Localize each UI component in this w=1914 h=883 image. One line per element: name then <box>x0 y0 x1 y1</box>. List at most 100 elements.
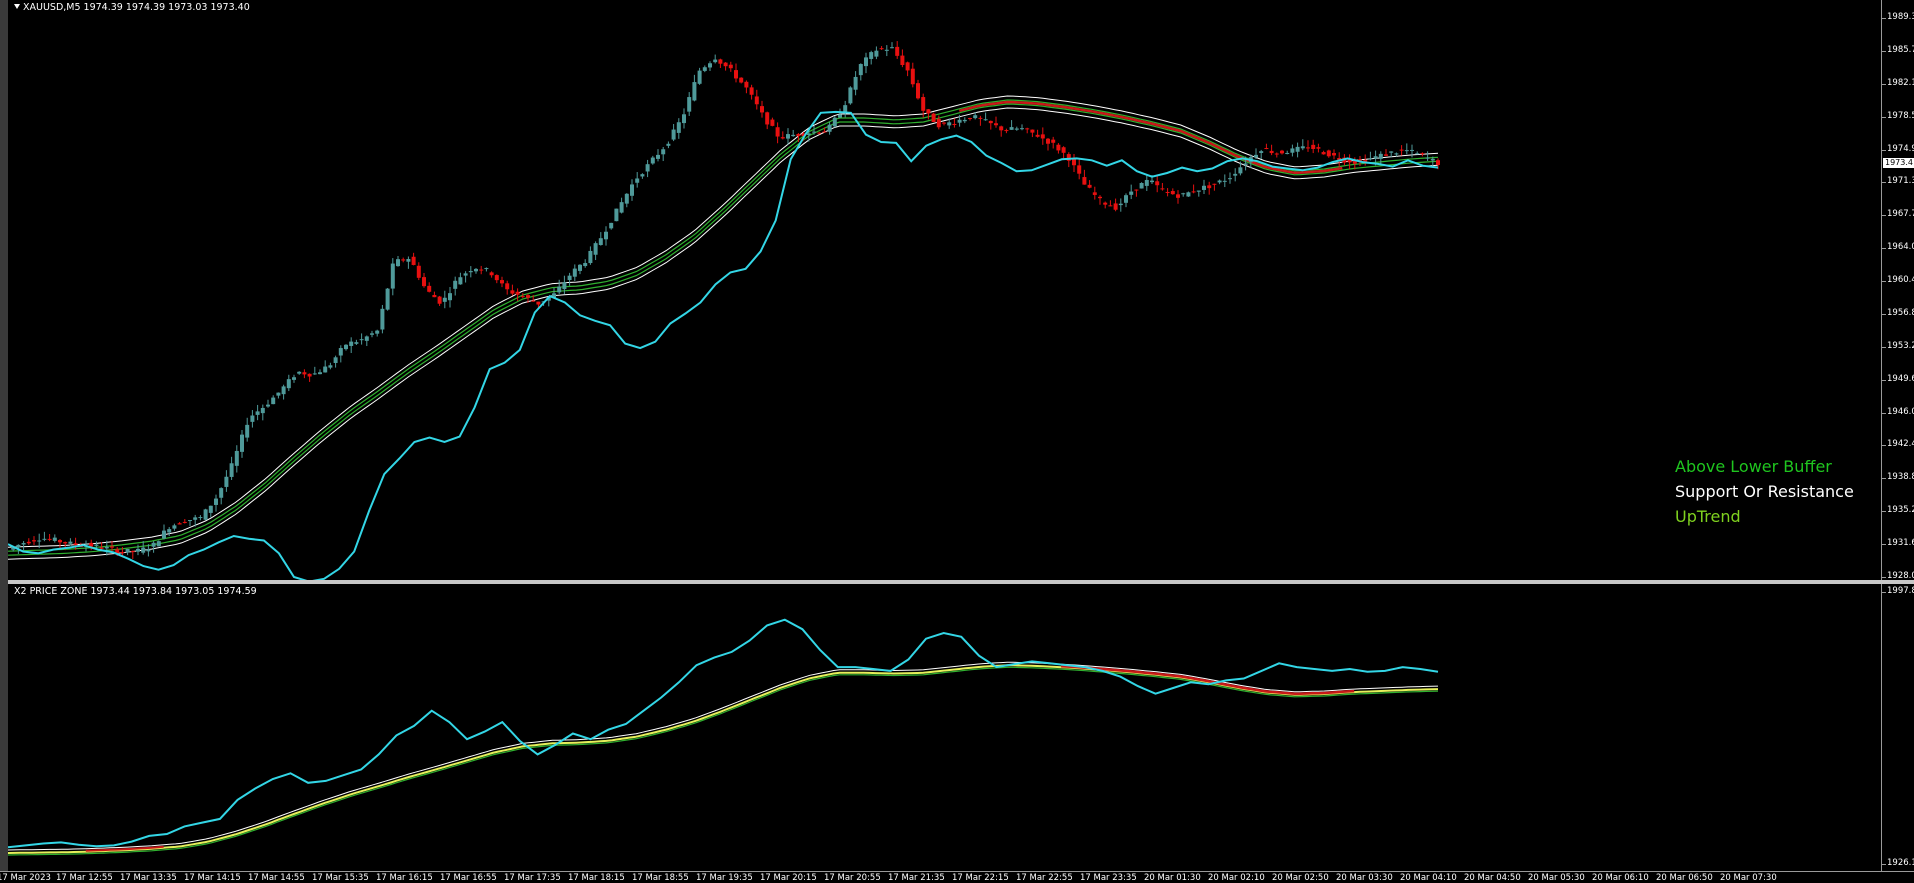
candle-body <box>1046 138 1050 144</box>
time-label: 20 Mar 07:30 <box>1720 873 1777 883</box>
candle-body <box>728 64 733 69</box>
candle-body <box>656 154 660 159</box>
candle-body <box>1165 191 1170 193</box>
candle-body <box>988 120 993 124</box>
price-tick <box>1882 116 1886 118</box>
candle-body <box>1425 157 1430 159</box>
candle-body <box>1243 163 1248 165</box>
candle-body <box>94 544 99 546</box>
candle-body <box>1332 153 1336 156</box>
candle-body <box>1238 167 1243 174</box>
candle-body <box>1014 128 1019 130</box>
candle-body <box>869 52 874 59</box>
candle-body <box>214 498 218 505</box>
candle-body <box>416 265 421 278</box>
candle-body <box>1150 180 1154 183</box>
time-label: 17 Mar 21:35 <box>888 873 945 883</box>
candle-body <box>718 59 723 64</box>
price-label: 1953.2 <box>1887 340 1914 351</box>
candle-body <box>26 541 31 544</box>
candle-body <box>838 114 842 118</box>
candle-body <box>442 297 447 302</box>
candle-body <box>682 114 686 124</box>
candle-body <box>411 256 416 265</box>
candle-body <box>588 250 593 264</box>
candle-body <box>936 118 941 128</box>
candle-body <box>916 83 920 99</box>
subwindow-price-scale[interactable]: 1997.8 1926.1 <box>1881 584 1914 871</box>
cyan-band-line <box>8 110 1439 580</box>
time-label: 17 Mar 20:15 <box>760 873 817 883</box>
price-label: 1931.6 <box>1887 538 1914 549</box>
candle-body <box>323 366 328 373</box>
candle-body <box>864 57 868 67</box>
legend-line-3: UpTrend <box>1675 507 1741 526</box>
candle-body <box>874 50 879 57</box>
candle-body <box>1222 180 1227 182</box>
ema-mid-lower-line <box>8 103 1439 556</box>
candle-body <box>1077 165 1082 174</box>
legend-line-1: Above Lower Buffer <box>1675 457 1832 476</box>
candle-body <box>1295 146 1300 152</box>
time-label: 20 Mar 02:50 <box>1272 873 1329 883</box>
candle-body <box>494 275 499 281</box>
indicator-subwindow[interactable] <box>8 584 1881 871</box>
chart-header: XAUUSD,M5 1974.39 1974.39 1973.03 1973.4… <box>14 2 250 13</box>
candle-body <box>952 123 957 125</box>
time-label: 17 Mar 22:15 <box>952 873 1009 883</box>
candle-body <box>307 373 312 377</box>
candle-body <box>1103 202 1108 205</box>
candle-body <box>598 238 603 245</box>
collapse-triangle-icon[interactable] <box>14 4 20 9</box>
candle-body <box>1415 153 1420 155</box>
price-chart-canvas[interactable] <box>8 0 1881 580</box>
candle-body <box>770 119 775 126</box>
window-separator[interactable] <box>8 580 1914 584</box>
candle-body <box>385 288 390 310</box>
price-zone-canvas[interactable] <box>8 584 1881 871</box>
candle-body <box>572 268 577 277</box>
time-scale[interactable]: 17 Mar 2023 17 Mar 12:55 17 Mar 13:35 17 Ma… <box>0 871 1914 883</box>
candle-body <box>827 124 832 132</box>
candle-body <box>42 538 47 540</box>
candle-body <box>1181 193 1186 195</box>
candle-body <box>89 542 94 547</box>
candle-body <box>463 273 468 276</box>
candle-body <box>1321 152 1326 155</box>
price-tick <box>1882 346 1886 348</box>
zone-upper-line <box>8 661 1439 851</box>
candle-body <box>739 77 744 83</box>
candle-body <box>162 530 166 539</box>
price-label: 1942.4 <box>1887 439 1914 450</box>
candle-body <box>286 379 291 389</box>
time-label: 17 Mar 15:35 <box>312 873 369 883</box>
candle-body <box>1384 154 1388 156</box>
candle-body <box>1373 156 1378 159</box>
price-label: 1928.0 <box>1887 571 1914 581</box>
candle-body <box>1233 173 1238 176</box>
candle-body <box>645 164 650 172</box>
candle-body <box>947 122 952 126</box>
candle-body <box>812 131 816 133</box>
price-scale[interactable]: 1989.3 1985.7 1982.1 1978.5 1974.9 1971.3 1967… <box>1881 0 1914 581</box>
ema-downtrend-line <box>958 100 1343 175</box>
price-tick <box>1882 149 1886 151</box>
candle-body <box>255 411 260 415</box>
candle-body <box>203 509 208 520</box>
candle-body <box>1274 153 1279 155</box>
candle-body <box>474 268 478 272</box>
candle-body <box>125 548 130 553</box>
price-tick <box>1882 50 1886 52</box>
candle-body <box>328 365 333 368</box>
main-price-chart[interactable] <box>8 0 1881 580</box>
time-label: 17 Mar 18:55 <box>632 873 689 883</box>
candle-body <box>978 117 983 119</box>
price-zone-ribbon <box>8 661 1439 856</box>
candle-body <box>396 259 400 267</box>
candle-body <box>895 46 900 56</box>
price-label: 1964.0 <box>1887 242 1914 253</box>
candle-body <box>749 87 754 95</box>
candle-body <box>302 372 307 375</box>
candle-body <box>531 300 536 302</box>
candle-body <box>1025 128 1030 130</box>
